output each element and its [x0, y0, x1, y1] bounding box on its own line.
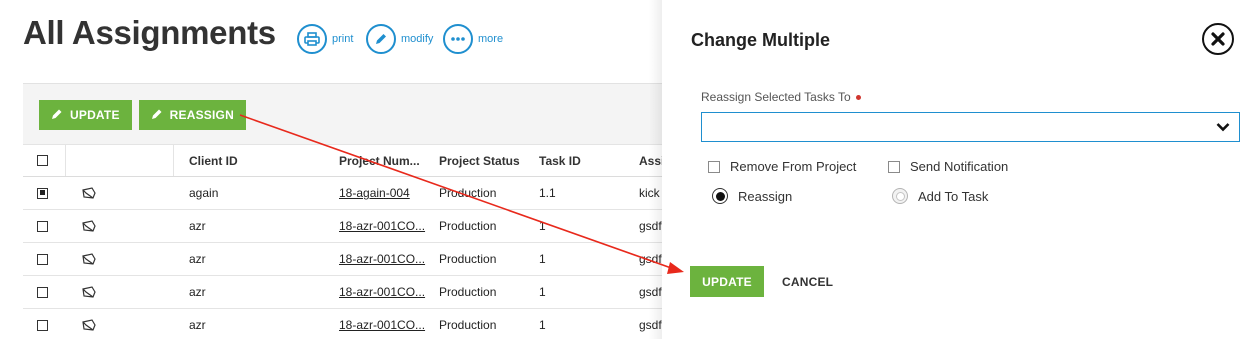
remove-from-project-option[interactable]: Remove From Project	[708, 159, 856, 174]
task-id-cell: 1	[539, 252, 546, 266]
remove-from-project-label: Remove From Project	[730, 159, 857, 174]
table-row[interactable]: azr 18-azr-001CO... Production 1 gsdf	[23, 309, 683, 339]
send-notification-checkbox[interactable]	[888, 160, 900, 173]
project-number-link[interactable]: 18-azr-001CO...	[339, 276, 431, 308]
ellipsis-icon	[443, 24, 473, 54]
add-to-task-radio-option[interactable]: Add To Task	[892, 188, 988, 204]
dialog-title: Change Multiple	[691, 30, 830, 50]
reassign-radio-option[interactable]: Reassign	[712, 188, 792, 204]
task-id-cell: 1	[539, 318, 546, 332]
pencil-icon	[151, 108, 163, 123]
reassign-to-select[interactable]	[701, 112, 1240, 142]
row-checkbox[interactable]	[37, 319, 48, 331]
edit-icon[interactable]	[81, 243, 101, 275]
reassign-radio[interactable]	[712, 188, 728, 204]
remove-from-project-checkbox[interactable]	[708, 160, 720, 173]
page-title: All Assignments	[23, 14, 276, 51]
project-number-link[interactable]: 18-azr-001CO...	[339, 309, 431, 339]
table-row[interactable]: azr 18-azr-001CO... Production 1 gsdf	[23, 210, 683, 243]
dialog-cancel-button[interactable]: CANCEL	[782, 266, 833, 297]
column-header-project-number[interactable]: Project Num...	[339, 145, 431, 176]
edit-icon[interactable]	[81, 276, 101, 308]
modify-action[interactable]: modify	[366, 24, 433, 54]
project-status-cell: Production	[439, 252, 497, 266]
project-number-link[interactable]: 18-again-004	[339, 177, 431, 209]
column-header-task-id[interactable]: Task ID	[539, 145, 629, 176]
table-row[interactable]: azr 18-azr-001CO... Production 1 gsdf	[23, 276, 683, 309]
task-id-cell: 1	[539, 219, 546, 233]
update-button-label: UPDATE	[70, 108, 120, 122]
send-notification-option[interactable]: Send Notification	[888, 159, 1008, 174]
row-checkbox[interactable]	[37, 187, 48, 199]
project-number-link[interactable]: 18-azr-001CO...	[339, 243, 431, 275]
add-to-task-radio[interactable]	[892, 188, 908, 204]
project-status-cell: Production	[439, 219, 497, 233]
client-id-cell: azr	[189, 318, 206, 332]
table-header: Client ID Project Num... Project Status …	[23, 144, 683, 177]
row-checkbox[interactable]	[37, 220, 48, 232]
modify-label: modify	[401, 33, 434, 45]
pencil-icon	[366, 24, 396, 54]
pencil-icon	[51, 108, 63, 123]
dialog-update-button[interactable]: UPDATE	[690, 266, 764, 297]
reassign-radio-label: Reassign	[738, 188, 793, 204]
edit-icon[interactable]	[81, 177, 101, 209]
send-notification-label: Send Notification	[910, 159, 1009, 174]
add-to-task-radio-label: Add To Task	[918, 188, 989, 204]
edit-icon[interactable]	[81, 210, 101, 242]
close-button[interactable]	[1202, 23, 1234, 55]
update-button[interactable]: UPDATE	[39, 100, 132, 130]
close-icon	[1211, 32, 1225, 46]
task-id-cell: 1	[539, 285, 546, 299]
table-row[interactable]: again 18-again-004 Production 1.1 kick	[23, 177, 683, 210]
change-multiple-dialog: Change Multiple Reassign Selected Tasks …	[662, 0, 1257, 339]
edit-icon[interactable]	[81, 309, 101, 339]
client-id-cell: azr	[189, 285, 206, 299]
row-checkbox[interactable]	[37, 286, 48, 298]
reassign-field-label-text: Reassign Selected Tasks To	[701, 90, 851, 104]
dialog-shadow	[649, 0, 663, 339]
reassign-button[interactable]: REASSIGN	[138, 100, 246, 130]
printer-icon	[297, 24, 327, 54]
print-label: print	[332, 33, 354, 45]
more-label: more	[478, 33, 504, 45]
required-indicator	[855, 94, 861, 100]
chevron-down-icon	[1216, 123, 1230, 132]
task-id-cell: 1.1	[539, 186, 556, 200]
column-header-project-status[interactable]: Project Status	[439, 145, 534, 176]
more-action[interactable]: more	[443, 24, 503, 54]
client-id-cell: azr	[189, 252, 206, 266]
project-status-cell: Production	[439, 285, 497, 299]
reassign-field-label: Reassign Selected Tasks To	[701, 90, 861, 104]
print-action[interactable]: print	[297, 24, 353, 54]
project-status-cell: Production	[439, 186, 497, 200]
client-id-cell: again	[189, 186, 219, 200]
reassign-button-label: REASSIGN	[169, 108, 234, 122]
column-header-client-id[interactable]: Client ID	[189, 145, 319, 176]
project-status-cell: Production	[439, 318, 497, 332]
project-number-link[interactable]: 18-azr-001CO...	[339, 210, 431, 242]
select-all-checkbox[interactable]	[37, 155, 48, 166]
client-id-cell: azr	[189, 219, 206, 233]
row-checkbox[interactable]	[37, 253, 48, 265]
table-row[interactable]: azr 18-azr-001CO... Production 1 gsdf	[23, 243, 683, 276]
